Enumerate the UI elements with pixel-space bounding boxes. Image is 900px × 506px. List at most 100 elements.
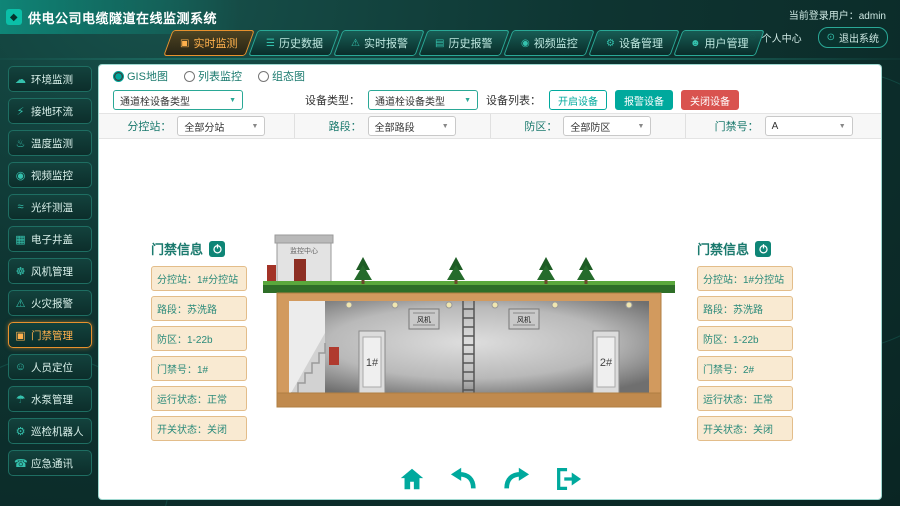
field-door-number: 门禁号：1# xyxy=(151,356,247,381)
back-button[interactable] xyxy=(450,465,478,493)
sidebar-item-pump[interactable]: ☂ 水泵管理 xyxy=(8,386,92,412)
access-control-icon: ▣ xyxy=(14,329,27,342)
temperature-icon: ♨ xyxy=(14,137,27,150)
home-button[interactable] xyxy=(398,465,426,493)
open-device-button[interactable]: 开启设备 xyxy=(549,90,607,110)
road-section-select[interactable]: 全部路段 ▼ xyxy=(368,116,456,136)
power-toggle-button[interactable] xyxy=(209,241,225,257)
tree xyxy=(577,257,595,284)
chevron-down-icon: ▼ xyxy=(251,123,258,130)
grass-top xyxy=(263,281,675,285)
view-mode-scada[interactable]: 组态图 xyxy=(258,68,305,84)
tab-user-manage[interactable]: ☻用户管理 xyxy=(673,30,764,56)
realtime-alarm-icon: ⚠ xyxy=(351,38,360,49)
field-zone: 防区：1-22b xyxy=(151,326,247,351)
door-2-label: 2# xyxy=(600,357,613,369)
tab-realtime-monitor[interactable]: ▣实时监测 xyxy=(163,30,254,56)
tunnel-diagram: 监控中心 xyxy=(263,225,675,421)
device-type-value: 通道栓设备类型 xyxy=(375,93,445,108)
environment-icon: ☁ xyxy=(14,73,27,86)
robot-icon: ⚙ xyxy=(14,425,27,438)
close-device-button[interactable]: 关闭设备 xyxy=(681,90,739,110)
device-list-label: 设备列表： xyxy=(486,92,541,108)
view-mode-label: 列表监控 xyxy=(198,68,242,84)
device-type-select[interactable]: 通道栓设备类型 ▼ xyxy=(368,90,478,110)
panel-title: 门禁信息 xyxy=(151,239,203,258)
chevron-down-icon: ▼ xyxy=(637,123,644,130)
sidebar-item-fan[interactable]: ☸ 风机管理 xyxy=(8,258,92,284)
device-category-select[interactable]: 通道栓设备类型 ▼ xyxy=(113,90,243,110)
fire-alarm-icon: ⚠ xyxy=(14,297,27,310)
sidebar-item-video[interactable]: ◉视频监控 xyxy=(8,162,92,188)
sidebar-item-label: 门禁管理 xyxy=(31,328,73,343)
sidebar: ☁环境监测 ⚡接地环流 ♨ 温度监测 ◉视频监控 ≈光纤测温 ▦电子井盖 ☸ 风机管… xyxy=(8,66,92,482)
fan-icon: ☸ xyxy=(14,265,27,278)
sidebar-item-label: 视频监控 xyxy=(31,168,73,183)
field-switch-status: 开关状态：关闭 xyxy=(697,416,793,441)
realtime-monitor-icon: ▣ xyxy=(180,38,189,49)
fan-box-left: 风机 xyxy=(409,309,439,329)
exit-button[interactable] xyxy=(554,465,582,493)
main-nav: ▣实时监测 ☰历史数据 ⚠实时报警 ▤历史报警 ◉视频监控 ⚙设备管理 ☻用户管… xyxy=(168,30,763,56)
forward-button[interactable] xyxy=(502,465,530,493)
login-user-label: 当前登录用户：admin xyxy=(789,7,886,22)
sidebar-item-personnel[interactable]: ☺人员定位 xyxy=(8,354,92,380)
logout-label: 退出系统 xyxy=(839,30,879,45)
access-door-2[interactable]: 2# xyxy=(593,331,619,393)
gis-radio[interactable] xyxy=(113,71,124,82)
video-monitor-icon: ◉ xyxy=(521,38,530,49)
view-mode-list[interactable]: 列表监控 xyxy=(184,68,242,84)
sidebar-item-label: 光纤测温 xyxy=(31,200,73,215)
sidebar-item-label: 水泵管理 xyxy=(31,392,73,407)
view-mode-gis[interactable]: GIS地图 xyxy=(113,68,168,84)
door-number-filter-label: 门禁号： xyxy=(715,118,759,134)
alarm-device-button[interactable]: 报警设备 xyxy=(615,90,673,110)
history-alarm-icon: ▤ xyxy=(435,38,444,49)
tree xyxy=(537,257,555,284)
device-category-value: 通道栓设备类型 xyxy=(120,93,190,108)
door-number-select[interactable]: A ▼ xyxy=(765,116,853,136)
sidebar-item-environment[interactable]: ☁环境监测 xyxy=(8,66,92,92)
sidebar-item-robot[interactable]: ⚙巡检机器人 xyxy=(8,418,92,444)
sidebar-item-manhole[interactable]: ▦电子井盖 xyxy=(8,226,92,252)
sidebar-item-emergency-comm[interactable]: ☎应急通讯 xyxy=(8,450,92,476)
sidebar-item-label: 温度监测 xyxy=(31,136,73,151)
sidebar-item-label: 风机管理 xyxy=(31,264,73,279)
scada-radio[interactable] xyxy=(258,71,269,82)
content-area: 门禁信息 分控站：1#分控站 路段：苏洗路 防区：1-22b 门禁号：1# 运行… xyxy=(99,139,881,497)
list-radio[interactable] xyxy=(184,71,195,82)
tab-device-manage[interactable]: ⚙设备管理 xyxy=(588,30,679,56)
tab-realtime-alarm[interactable]: ⚠实时报警 xyxy=(333,30,424,56)
tab-history-alarm[interactable]: ▤历史报警 xyxy=(418,30,509,56)
stairwell xyxy=(289,301,325,393)
power-toggle-button[interactable] xyxy=(755,241,771,257)
view-mode-label: GIS地图 xyxy=(127,68,168,84)
device-toolbar: 通道栓设备类型 ▼ 设备类型： 通道栓设备类型 ▼ 设备列表： 开启设备 报警设… xyxy=(99,87,881,113)
sidebar-item-fiber-temp[interactable]: ≈光纤测温 xyxy=(8,194,92,220)
sidebar-item-fire-alarm[interactable]: ⚠火灾报警 xyxy=(8,290,92,316)
tab-history-data[interactable]: ☰历史数据 xyxy=(248,30,339,56)
emergency-comm-icon: ☎ xyxy=(14,457,27,470)
filter-bar: 分控站： 全部分站 ▼ 路段： 全部路段 ▼ 防区： 全部防区 ▼ 门禁号： A xyxy=(99,113,881,139)
zone-select[interactable]: 全部防区 ▼ xyxy=(563,116,651,136)
sidebar-item-temperature[interactable]: ♨ 温度监测 xyxy=(8,130,92,156)
zone-value: 全部防区 xyxy=(570,119,610,134)
zone-filter-label: 防区： xyxy=(524,118,557,134)
road-section-filter-label: 路段： xyxy=(329,118,362,134)
sidebar-item-ground-current[interactable]: ⚡接地环流 xyxy=(8,98,92,124)
grass xyxy=(263,285,675,293)
access-info-panel-left: 门禁信息 分控站：1#分控站 路段：苏洗路 防区：1-22b 门禁号：1# 运行… xyxy=(151,239,247,446)
field-road-section: 路段：苏洗路 xyxy=(697,296,793,321)
manhole-icon: ▦ xyxy=(14,233,27,246)
sidebar-item-access-control[interactable]: ▣ 门禁管理 xyxy=(8,322,92,348)
access-door-1[interactable]: 1# xyxy=(359,331,385,393)
pump-icon: ☂ xyxy=(14,393,27,406)
power-box xyxy=(267,265,276,283)
substation-select[interactable]: 全部分站 ▼ xyxy=(177,116,265,136)
tab-label: 历史数据 xyxy=(278,35,322,51)
view-mode-label: 组态图 xyxy=(272,68,305,84)
field-run-status: 运行状态：正常 xyxy=(151,386,247,411)
tab-video-monitor[interactable]: ◉视频监控 xyxy=(503,30,594,56)
sidebar-item-label: 人员定位 xyxy=(31,360,73,375)
logout-button[interactable]: ⊙ 退出系统 xyxy=(818,27,888,48)
